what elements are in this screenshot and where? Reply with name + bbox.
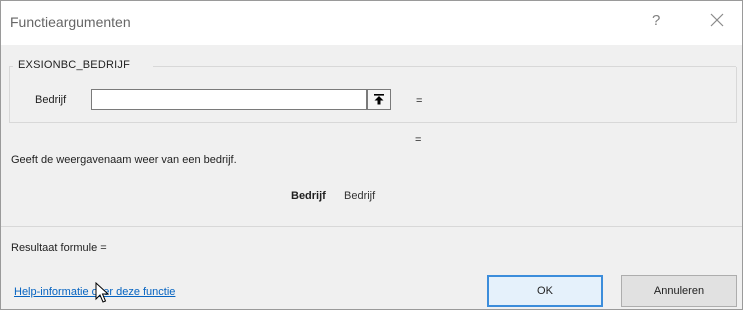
- argument-help-name: Bedrijf: [291, 190, 326, 202]
- ok-button[interactable]: OK: [487, 275, 603, 307]
- argument-label: Bedrijf: [35, 94, 67, 106]
- dialog-title: Functieargumenten: [10, 14, 131, 30]
- cancel-button[interactable]: Annuleren: [621, 275, 737, 307]
- mouse-pointer-icon: [95, 282, 109, 303]
- function-name: EXSIONBC_BEDRIJF: [16, 59, 133, 71]
- function-description: Geeft de weergavenaam weer van een bedri…: [11, 154, 237, 166]
- help-button[interactable]: ?: [652, 12, 660, 29]
- close-icon[interactable]: [706, 9, 728, 31]
- argument-help-text: Bedrijf: [344, 190, 376, 202]
- function-arguments-dialog: Functieargumenten ? EXSIONBC_BEDRIJF Bed…: [0, 0, 743, 310]
- function-value-preview: =: [415, 134, 422, 146]
- collapse-dialog-button[interactable]: [367, 89, 391, 110]
- argument-input[interactable]: [91, 89, 367, 110]
- formula-result: Resultaat formule =: [11, 242, 107, 254]
- title-bar: Functieargumenten ?: [1, 1, 742, 45]
- collapse-dialog-icon: [374, 94, 384, 105]
- divider: [1, 226, 742, 227]
- argument-value-preview: =: [416, 95, 423, 107]
